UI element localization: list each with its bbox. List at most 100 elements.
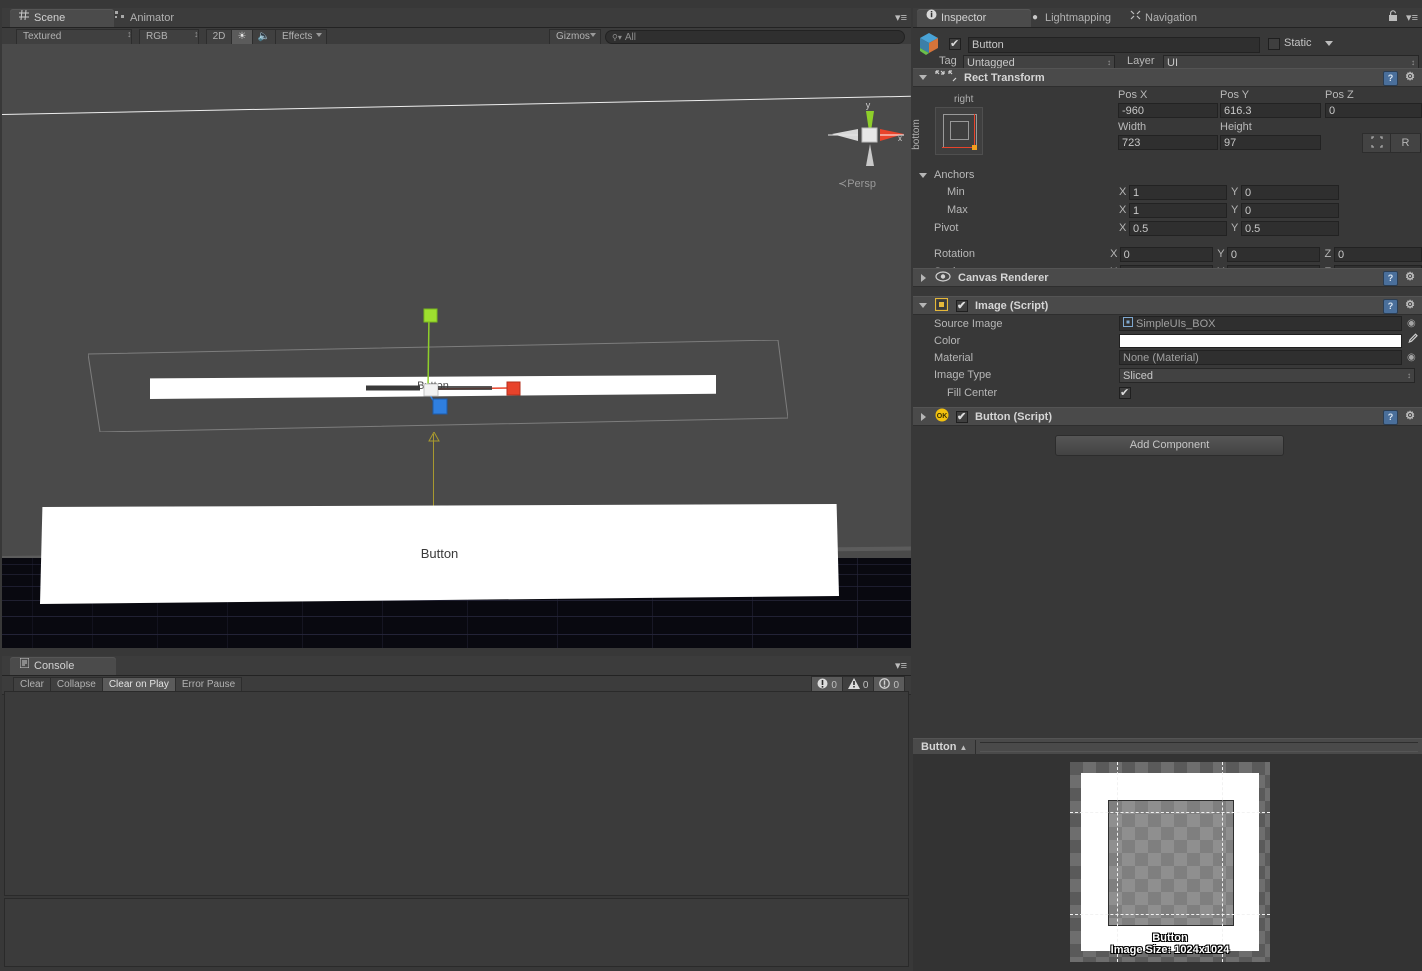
rotation-z-input[interactable]: 0 bbox=[1334, 247, 1422, 262]
tab-console[interactable]: Console bbox=[10, 657, 116, 675]
tab-navigation[interactable]: Navigation bbox=[1121, 9, 1207, 27]
add-component-button[interactable]: Add Component bbox=[1055, 435, 1284, 456]
material-picker-icon[interactable]: ◉ bbox=[1407, 352, 1416, 363]
raw-edit-button[interactable]: R bbox=[1390, 133, 1421, 153]
pos-x-input[interactable]: -960 bbox=[1118, 103, 1218, 118]
color-label: Color bbox=[934, 335, 1119, 347]
anchors-foldout[interactable] bbox=[919, 170, 930, 181]
gameobject-enabled-checkbox[interactable] bbox=[949, 38, 961, 50]
blueprint-icon bbox=[1371, 136, 1383, 151]
rotation-y-input[interactable]: 0 bbox=[1227, 247, 1321, 262]
material-row: Material None (Material) ◉ bbox=[913, 349, 1422, 366]
help-icon[interactable]: ? bbox=[1383, 410, 1398, 425]
lock-icon[interactable] bbox=[1388, 10, 1398, 25]
static-checkbox[interactable] bbox=[1268, 38, 1280, 50]
gizmo-search-input[interactable]: ⚲▾ All bbox=[605, 30, 905, 44]
help-icon[interactable]: ? bbox=[1383, 271, 1398, 286]
gameobject-name-input[interactable]: Button bbox=[968, 37, 1260, 53]
color-swatch-field[interactable] bbox=[1119, 334, 1402, 348]
anchors-min-x-input[interactable]: 1 bbox=[1129, 185, 1227, 200]
fill-center-checkbox[interactable] bbox=[1119, 387, 1131, 399]
gear-icon[interactable]: ⚙ bbox=[1403, 410, 1417, 423]
color-mode-dropdown[interactable]: RGB bbox=[139, 29, 199, 45]
rect-transform-icon bbox=[935, 70, 959, 85]
scene-viewport[interactable]: Button Button y x bbox=[2, 44, 911, 648]
anchors-max-x-input[interactable]: 1 bbox=[1129, 203, 1227, 218]
tab-animator[interactable]: Animator bbox=[106, 9, 184, 27]
preview-title-dropdown[interactable]: Button ▲ bbox=[913, 740, 976, 755]
rect-transform-header[interactable]: Rect Transform ? ⚙ bbox=[913, 68, 1422, 87]
pos-y-input[interactable]: 616.3 bbox=[1220, 103, 1321, 118]
preview-image-size: Image Size: 1024x1024 bbox=[1070, 944, 1270, 956]
console-panel-menu-icon[interactable]: ▾≡ bbox=[895, 659, 907, 672]
draw-mode-dropdown[interactable]: Textured bbox=[16, 29, 132, 45]
view-projection-label[interactable]: ≺Persp bbox=[838, 177, 876, 190]
blueprint-mode-button[interactable] bbox=[1362, 133, 1392, 153]
anchor-preset-widget[interactable] bbox=[935, 107, 983, 155]
speaker-icon: 🔈 bbox=[258, 29, 270, 45]
canvas-renderer-foldout[interactable] bbox=[919, 272, 930, 283]
anchors-max-y-input[interactable]: 0 bbox=[1241, 203, 1339, 218]
anchors-foldout-row[interactable]: Anchors bbox=[913, 167, 1422, 183]
rot-z-axis-label: Z bbox=[1324, 248, 1334, 260]
height-input[interactable]: 97 bbox=[1220, 135, 1321, 150]
button-script-enabled-checkbox[interactable] bbox=[956, 411, 968, 423]
rotation-row: Rotation X 0 Y 0 Z 0 bbox=[913, 245, 1422, 263]
button-script-title: Button (Script) bbox=[975, 411, 1052, 423]
canvas-renderer-header[interactable]: Canvas Renderer ? ⚙ bbox=[913, 268, 1422, 287]
move-gizmo[interactable] bbox=[342, 299, 542, 449]
pivot-y-input[interactable]: 0.5 bbox=[1241, 221, 1339, 236]
source-image-picker-icon[interactable]: ◉ bbox=[1407, 318, 1416, 329]
pivot-label: Pivot bbox=[934, 222, 1119, 234]
tab-lightmapping[interactable]: ● Lightmapping bbox=[1021, 9, 1121, 27]
slice-guide-top bbox=[1070, 812, 1270, 813]
error-icon bbox=[817, 678, 828, 692]
pivot-y-axis-label: Y bbox=[1231, 222, 1241, 234]
anchors-max-label: Max bbox=[947, 204, 1119, 216]
scene-panel-menu-icon[interactable]: ▾≡ bbox=[895, 11, 907, 24]
inspector-menu-icon[interactable]: ▾≡ bbox=[1406, 11, 1418, 24]
rect-transform-foldout[interactable] bbox=[919, 72, 930, 83]
static-dropdown-icon[interactable] bbox=[1325, 41, 1333, 46]
button-script-header[interactable]: OK Button (Script) ? ⚙ bbox=[913, 407, 1422, 426]
width-label: Width bbox=[1118, 121, 1146, 133]
console-detail-pane[interactable] bbox=[4, 898, 909, 967]
help-icon[interactable]: ? bbox=[1383, 71, 1398, 86]
material-object-field[interactable]: None (Material) bbox=[1119, 350, 1402, 365]
effects-dropdown[interactable]: Effects bbox=[275, 29, 327, 45]
tab-inspector[interactable]: Inspector bbox=[917, 9, 1031, 27]
rot-x-axis-label: X bbox=[1110, 248, 1120, 260]
rot-y-axis-label: Y bbox=[1217, 248, 1227, 260]
gizmos-dropdown[interactable]: Gizmos bbox=[549, 29, 601, 45]
audio-toggle-button[interactable]: 🔈 bbox=[252, 29, 276, 45]
sprite-preview: Button Image Size: 1024x1024 bbox=[1070, 762, 1270, 962]
layer-label: Layer bbox=[1127, 55, 1155, 67]
preview-drag-handle[interactable] bbox=[980, 742, 1418, 752]
console-log-list[interactable] bbox=[4, 691, 909, 896]
gear-icon[interactable]: ⚙ bbox=[1403, 299, 1417, 312]
tab-scene[interactable]: Scene bbox=[10, 9, 114, 27]
lighting-toggle-button[interactable]: ☀ bbox=[231, 29, 253, 45]
button-script-foldout[interactable] bbox=[919, 411, 930, 422]
image-script-foldout[interactable] bbox=[919, 300, 930, 311]
color-row: Color bbox=[913, 332, 1422, 349]
gear-icon[interactable]: ⚙ bbox=[1403, 71, 1417, 84]
gear-icon[interactable]: ⚙ bbox=[1403, 271, 1417, 284]
preview-area[interactable]: Button Image Size: 1024x1024 bbox=[913, 754, 1422, 971]
help-icon[interactable]: ? bbox=[1383, 299, 1398, 314]
image-script-enabled-checkbox[interactable] bbox=[956, 300, 968, 312]
rotation-x-input[interactable]: 0 bbox=[1120, 247, 1214, 262]
tab-navigation-label: Navigation bbox=[1145, 9, 1197, 27]
anchors-min-y-input[interactable]: 0 bbox=[1241, 185, 1339, 200]
eyedropper-icon[interactable] bbox=[1406, 333, 1418, 348]
source-image-object-field[interactable]: SimpleUIs_BOX bbox=[1119, 316, 1402, 331]
console-panel: Console ▾≡ Clear Collapse Clear on Play … bbox=[2, 656, 911, 969]
pivot-x-input[interactable]: 0.5 bbox=[1129, 221, 1227, 236]
pos-z-input[interactable]: 0 bbox=[1325, 103, 1422, 118]
toggle-2d-button[interactable]: 2D bbox=[206, 29, 232, 45]
image-type-dropdown[interactable]: Sliced bbox=[1119, 368, 1415, 383]
image-script-header[interactable]: Image (Script) ? ⚙ bbox=[913, 296, 1422, 315]
min-y-axis-label: Y bbox=[1231, 186, 1241, 198]
scene-button-panel[interactable]: Button bbox=[40, 504, 839, 604]
width-input[interactable]: 723 bbox=[1118, 135, 1218, 150]
